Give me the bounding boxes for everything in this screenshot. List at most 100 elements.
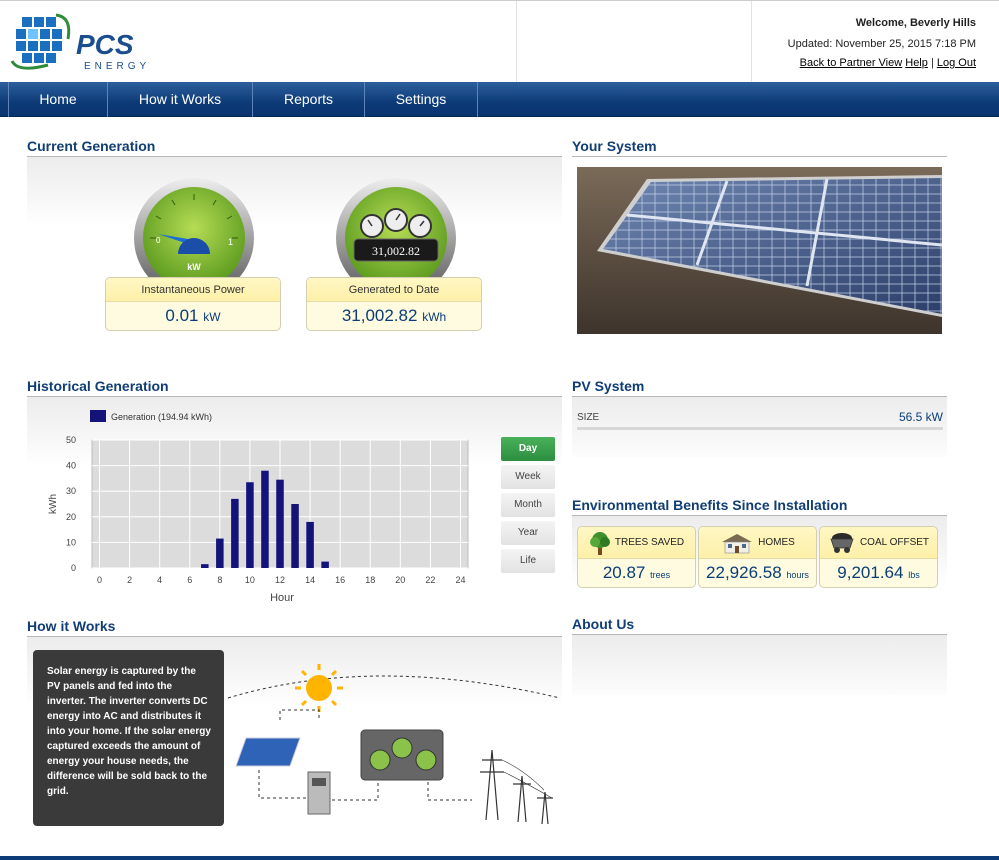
how-it-works-description: Solar energy is captured by the PV panel… [33, 650, 224, 826]
power-gauge: 0 1 kW [134, 178, 254, 280]
header: PCS ENERGY Welcome, Beverly Hills Update… [0, 0, 999, 83]
instantaneous-power-unit: kW [203, 310, 221, 324]
y-axis-label: kWh [48, 494, 59, 514]
link-separator: | [930, 57, 934, 69]
instantaneous-power-box: Instantaneous Power 0.01 kW [105, 277, 281, 331]
gauge-unit-label: kW [187, 262, 201, 272]
period-year-button[interactable]: Year [501, 521, 555, 545]
instantaneous-power-value: 0.01 [165, 306, 199, 325]
generated-to-date-box: Generated to Date 31,002.82 kWh [306, 277, 482, 331]
nav-home[interactable]: Home [9, 82, 108, 117]
welcome-message: Welcome, Beverly Hills [855, 17, 976, 29]
your-system-rule [572, 156, 947, 157]
instantaneous-power-label: Instantaneous Power [106, 278, 280, 302]
y-tick-label: 10 [66, 537, 76, 547]
chart-bar [201, 564, 209, 568]
pv-size-label: SIZE [577, 412, 600, 423]
current-generation-title: Current Generation [27, 138, 156, 154]
y-tick-label: 0 [71, 563, 76, 573]
homes-label: HOMES [758, 537, 795, 548]
homes-box: HOMES 22,926.58 hours [698, 526, 817, 588]
x-tick-label: 18 [365, 575, 375, 585]
help-link[interactable]: Help [905, 57, 928, 69]
x-tick-label: 14 [305, 575, 315, 585]
trees-saved-box: TREES SAVED 20.87 trees [577, 526, 696, 588]
period-week-button[interactable]: Week [501, 465, 555, 489]
pv-size-value: 56.5 kW [898, 410, 943, 424]
nav-settings[interactable]: Settings [365, 82, 478, 117]
x-tick-label: 2 [127, 575, 132, 585]
your-system-title: Your System [572, 138, 657, 154]
legend-swatch [90, 410, 106, 422]
log-out-link[interactable]: Log Out [937, 57, 976, 69]
y-tick-label: 50 [66, 435, 76, 445]
x-tick-label: 0 [97, 575, 102, 585]
panel-icon [235, 737, 301, 767]
x-tick-label: 6 [187, 575, 192, 585]
chart-bar [321, 561, 329, 568]
logo-tagline: ENERGY [84, 61, 150, 72]
about-us-title: About Us [572, 616, 635, 632]
y-tick-label: 20 [66, 512, 76, 522]
x-tick-label: 4 [157, 575, 162, 585]
trees-saved-value: 20.87 [602, 563, 646, 582]
generated-to-date-label: Generated to Date [307, 278, 481, 302]
main-nav: Home How it Works Reports Settings [0, 82, 999, 117]
chart-bar [306, 521, 314, 568]
updated-timestamp: Updated: November 25, 2015 7:18 PM [787, 38, 976, 50]
gauge-max-label: 1 [228, 237, 233, 247]
x-tick-label: 24 [455, 575, 465, 585]
chart-bar [276, 479, 284, 568]
odometer-readout: 31,002.82 [372, 244, 420, 258]
odometer-gauge: 31,002.82 [336, 178, 456, 280]
tree-icon [589, 531, 610, 555]
x-tick-label: 8 [217, 575, 222, 585]
how-it-works-diagram [227, 664, 561, 825]
x-tick-label: 12 [275, 575, 285, 585]
nav-how-it-works[interactable]: How it Works [108, 82, 253, 117]
environmental-benefits-title: Environmental Benefits Since Installatio… [572, 497, 848, 513]
chart-bar [231, 498, 239, 568]
homes-value: 22,926.58 [706, 563, 782, 582]
generated-to-date-value: 31,002.82 [341, 306, 418, 325]
y-tick-label: 40 [66, 461, 76, 471]
trees-saved-label: TREES SAVED [614, 537, 685, 548]
homes-unit: hours [786, 570, 809, 580]
y-tick-label: 30 [66, 486, 76, 496]
sun-icon [295, 664, 343, 712]
legend-label: Generation (194.94 kWh) [111, 412, 212, 422]
house-icon [722, 533, 753, 553]
generated-to-date-unit: kWh [422, 310, 447, 324]
about-us-panel [572, 635, 947, 695]
pcs-energy-logo[interactable]: PCS ENERGY [8, 9, 168, 73]
generation-chart: Generation (194.94 kWh) 010203040500 2 4 6 8… [48, 410, 469, 604]
period-life-button[interactable]: Life [501, 549, 555, 573]
logo-text: PCS [76, 29, 134, 60]
historical-generation-title: Historical Generation [27, 378, 169, 394]
period-day-button[interactable]: Day [501, 437, 555, 461]
coal-offset-label: COAL OFFSET [859, 537, 930, 548]
chart-bar [261, 470, 269, 568]
user-links: Back to Partner View Help | Log Out [800, 57, 976, 69]
header-divider-panel [516, 1, 752, 83]
how-it-works-title: How it Works [27, 618, 116, 634]
chart-bar [246, 482, 254, 568]
back-to-partner-view-link[interactable]: Back to Partner View [800, 57, 903, 69]
transmission-tower-icon [480, 749, 553, 825]
x-tick-label: 22 [425, 575, 435, 585]
coal-cart-icon [830, 532, 854, 553]
gauge-min-label: 0 [156, 236, 161, 245]
period-month-button[interactable]: Month [501, 493, 555, 517]
x-tick-label: 16 [335, 575, 345, 585]
x-axis-label: Hour [270, 592, 294, 604]
pv-size-row: SIZE 56.5 kW [577, 404, 943, 430]
coal-offset-box: COAL OFFSET 9,201.64 lbs [819, 526, 938, 588]
trees-saved-unit: trees [650, 570, 671, 580]
pv-system-title: PV System [572, 378, 645, 394]
x-tick-label: 10 [245, 575, 255, 585]
coal-offset-value: 9,201.64 [837, 563, 904, 582]
footer-bar [0, 856, 999, 860]
nav-reports[interactable]: Reports [253, 82, 365, 117]
chart-bar [216, 538, 224, 568]
chart-bar [291, 504, 299, 568]
